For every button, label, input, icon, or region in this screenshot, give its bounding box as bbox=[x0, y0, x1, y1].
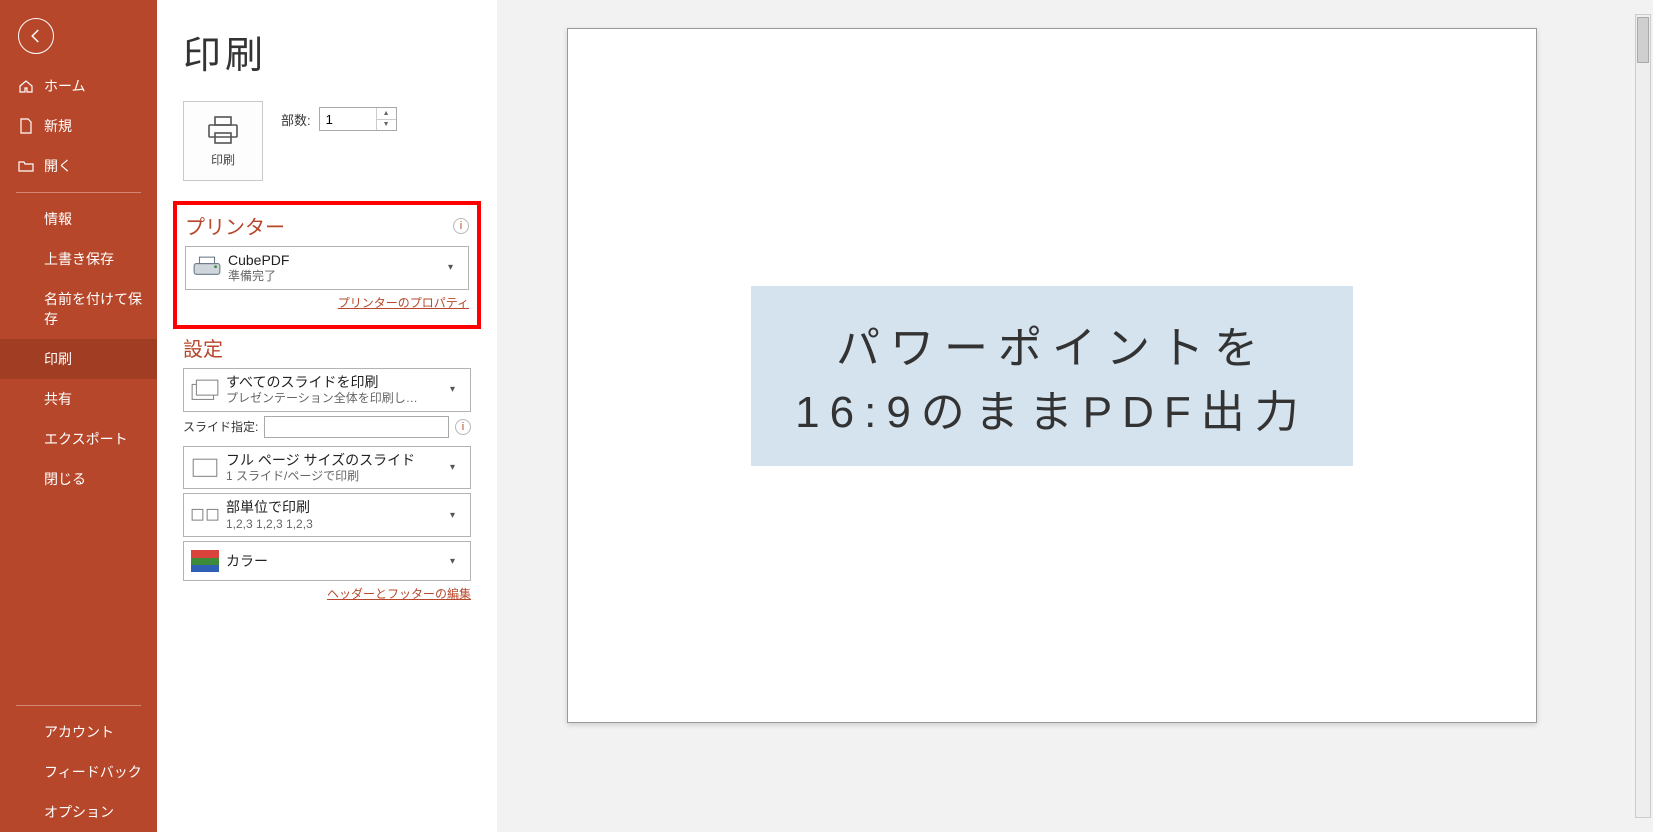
nav-export-label: エクスポート bbox=[44, 429, 128, 449]
spin-down[interactable]: ▼ bbox=[377, 120, 396, 131]
printer-section-title-text: プリンター bbox=[185, 211, 285, 240]
layout-sub: 1 スライド/ページで印刷 bbox=[226, 469, 450, 485]
layout-text: フル ページ サイズのスライド 1 スライド/ページで印刷 bbox=[226, 451, 450, 485]
print-preview-pane: パワーポイントを 16:9のままPDF出力 bbox=[497, 0, 1653, 832]
collate-icon bbox=[190, 500, 220, 530]
back-button[interactable] bbox=[18, 18, 54, 54]
backstage-sidebar: ホーム 新規 開く 情報 上書き保存 名前を付けて保存 印刷 共有 エクスポート… bbox=[0, 0, 157, 832]
copies-spinbox[interactable]: ▲ ▼ bbox=[319, 107, 397, 131]
color-title: カラー bbox=[226, 552, 450, 570]
nav-account-label: アカウント bbox=[44, 722, 114, 742]
print-settings-column: 印刷 印刷 部数: ▲ ▼ bbox=[157, 0, 497, 832]
spin-up[interactable]: ▲ bbox=[377, 108, 396, 120]
nav-share[interactable]: 共有 bbox=[0, 379, 157, 419]
printer-dropdown[interactable]: CubePDF 準備完了 ▾ bbox=[185, 246, 469, 290]
scrollbar-thumb[interactable] bbox=[1637, 17, 1649, 63]
print-range-dropdown[interactable]: すべてのスライドを印刷 プレゼンテーション全体を印刷し… ▾ bbox=[183, 368, 471, 412]
page-title: 印刷 bbox=[183, 24, 471, 79]
printer-dropdown-text: CubePDF 準備完了 bbox=[228, 251, 448, 285]
slide-spec-row: スライド指定: i bbox=[183, 416, 471, 438]
header-footer-link[interactable]: ヘッダーとフッターの編集 bbox=[183, 585, 471, 602]
printer-section-title: プリンター i bbox=[185, 211, 469, 240]
print-range-sub: プレゼンテーション全体を印刷し… bbox=[226, 391, 450, 407]
nav-options-label: オプション bbox=[44, 802, 114, 822]
nav-export[interactable]: エクスポート bbox=[0, 419, 157, 459]
layout-dropdown[interactable]: フル ページ サイズのスライド 1 スライド/ページで印刷 ▾ bbox=[183, 446, 471, 490]
folder-open-icon bbox=[18, 158, 34, 174]
nav-open-label: 開く bbox=[44, 156, 72, 176]
nav-print-label: 印刷 bbox=[44, 349, 72, 369]
print-range-title: すべてのスライドを印刷 bbox=[226, 373, 450, 391]
nav-close-label: 閉じる bbox=[44, 469, 86, 489]
spin-controls: ▲ ▼ bbox=[376, 108, 396, 130]
nav-share-label: 共有 bbox=[44, 389, 72, 409]
nav-info-label: 情報 bbox=[44, 209, 72, 229]
nav-options[interactable]: オプション bbox=[0, 792, 157, 832]
nav-feedback[interactable]: フィードバック bbox=[0, 752, 157, 792]
nav-account[interactable]: アカウント bbox=[0, 712, 157, 752]
collate-sub: 1,2,3 1,2,3 1,2,3 bbox=[226, 517, 450, 533]
sidebar-divider bbox=[16, 192, 141, 193]
print-button-label: 印刷 bbox=[211, 151, 235, 168]
color-swatch-icon bbox=[190, 546, 220, 576]
printer-properties-link[interactable]: プリンターのプロパティ bbox=[185, 294, 469, 311]
chevron-down-icon: ▾ bbox=[450, 556, 464, 567]
settings-section-title: 設定 bbox=[183, 333, 471, 362]
settings-section-title-text: 設定 bbox=[183, 333, 223, 362]
collate-title: 部単位で印刷 bbox=[226, 498, 450, 516]
slides-stack-icon bbox=[190, 375, 220, 405]
slide-line-2: 16:9のままPDF出力 bbox=[795, 376, 1309, 440]
file-new-icon bbox=[18, 118, 34, 134]
preview-scrollbar[interactable] bbox=[1635, 14, 1651, 818]
home-icon bbox=[18, 78, 34, 94]
copies-input[interactable] bbox=[320, 108, 376, 130]
nav-save-as-label: 名前を付けて保存 bbox=[44, 289, 143, 329]
settings-section: 設定 すべてのスライドを印刷 プレゼンテーション全体を印刷し… ▾ スライド指定… bbox=[183, 333, 471, 602]
printer-device-icon bbox=[192, 253, 222, 283]
chevron-down-icon: ▾ bbox=[448, 262, 462, 273]
copies-label: 部数: bbox=[281, 110, 311, 129]
slide-spec-input[interactable] bbox=[264, 416, 449, 438]
slide-preview: パワーポイントを 16:9のままPDF出力 bbox=[567, 28, 1537, 723]
copies-control: 部数: ▲ ▼ bbox=[281, 107, 397, 131]
printer-name: CubePDF bbox=[228, 251, 448, 269]
nav-close[interactable]: 閉じる bbox=[0, 459, 157, 499]
slide-spec-label: スライド指定: bbox=[183, 418, 258, 435]
collate-text: 部単位で印刷 1,2,3 1,2,3 1,2,3 bbox=[226, 498, 450, 532]
color-text: カラー bbox=[226, 552, 450, 570]
nav-feedback-label: フィードバック bbox=[44, 762, 142, 782]
printer-icon bbox=[206, 115, 240, 145]
chevron-down-icon: ▾ bbox=[450, 510, 464, 521]
print-button[interactable]: 印刷 bbox=[183, 101, 263, 181]
nav-save-as[interactable]: 名前を付けて保存 bbox=[0, 279, 157, 339]
nav-print[interactable]: 印刷 bbox=[0, 339, 157, 379]
highlight-printer-section: プリンター i CubePDF 準備完了 ▾ プリンターのプロパティ bbox=[173, 201, 481, 329]
nav-new-label: 新規 bbox=[44, 116, 72, 136]
sidebar-divider-2 bbox=[16, 705, 141, 706]
slide-line-1: パワーポイントを bbox=[795, 312, 1309, 376]
nav-new[interactable]: 新規 bbox=[0, 106, 157, 146]
nav-home[interactable]: ホーム bbox=[0, 66, 157, 106]
info-icon[interactable]: i bbox=[455, 419, 471, 435]
chevron-down-icon: ▾ bbox=[450, 384, 464, 395]
slide-content-box: パワーポイントを 16:9のままPDF出力 bbox=[751, 286, 1353, 466]
nav-info[interactable]: 情報 bbox=[0, 199, 157, 239]
main-area: 印刷 印刷 部数: ▲ ▼ bbox=[157, 0, 1653, 832]
print-action-row: 印刷 部数: ▲ ▼ bbox=[183, 101, 471, 181]
printer-status: 準備完了 bbox=[228, 269, 448, 285]
arrow-left-icon bbox=[27, 27, 45, 45]
color-dropdown[interactable]: カラー ▾ bbox=[183, 541, 471, 581]
nav-open[interactable]: 開く bbox=[0, 146, 157, 186]
nav-save[interactable]: 上書き保存 bbox=[0, 239, 157, 279]
collate-dropdown[interactable]: 部単位で印刷 1,2,3 1,2,3 1,2,3 ▾ bbox=[183, 493, 471, 537]
print-range-text: すべてのスライドを印刷 プレゼンテーション全体を印刷し… bbox=[226, 373, 450, 407]
layout-title: フル ページ サイズのスライド bbox=[226, 451, 450, 469]
info-icon[interactable]: i bbox=[453, 218, 469, 234]
nav-save-label: 上書き保存 bbox=[44, 249, 114, 269]
chevron-down-icon: ▾ bbox=[450, 462, 464, 473]
nav-home-label: ホーム bbox=[44, 76, 86, 96]
full-page-slide-icon bbox=[190, 452, 220, 482]
